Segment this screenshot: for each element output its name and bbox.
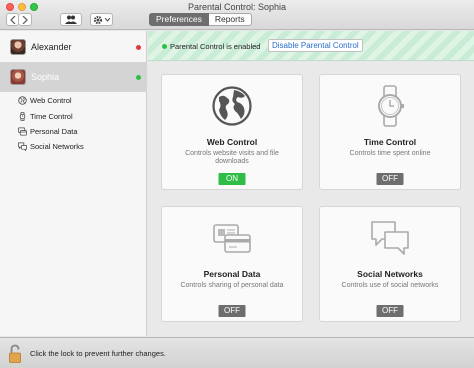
card-title: Social Networks	[357, 269, 423, 279]
status-dot-icon	[136, 44, 141, 50]
card-description: Controls use of social networks	[341, 282, 439, 289]
sidebar-item-label: Personal Data	[30, 126, 78, 136]
status-banner: Parental Control is enabled Disable Pare…	[148, 31, 474, 61]
users-icon	[65, 15, 77, 24]
lock-message: Click the lock to prevent further change…	[30, 349, 166, 358]
cards-icon	[213, 224, 251, 253]
window-title: Parental Control: Sophia	[187, 2, 287, 12]
gear-icon	[93, 15, 103, 24]
title-bar: Parental Control: Sophia Preferences Rep…	[0, 0, 474, 30]
chevron-right-icon	[22, 15, 28, 24]
disable-parental-control-button[interactable]: Disable Parental Control	[268, 39, 363, 52]
sidebar-item-time-control[interactable]: Time Control	[18, 109, 73, 123]
sidebar-item-web-control[interactable]: Web Control	[18, 93, 72, 107]
users-button[interactable]	[60, 13, 82, 26]
watch-icon	[378, 85, 404, 127]
main-panel: Web Control Controls website visits and …	[148, 62, 474, 336]
sidebar-item-social-networks[interactable]: Social Networks	[18, 139, 84, 153]
chat-icon	[371, 221, 409, 255]
sidebar-item-label: Social Networks	[30, 141, 84, 151]
card-description: Controls time spent online	[349, 150, 431, 157]
card-title: Web Control	[206, 137, 258, 147]
chevron-left-icon	[9, 15, 15, 24]
personal-data-card[interactable]: Personal Data Controls sharing of person…	[161, 206, 303, 322]
watch-icon	[19, 111, 26, 121]
avatar	[10, 69, 26, 85]
card-description: Controls sharing of personal data	[180, 282, 284, 289]
time-control-card[interactable]: Time Control Controls time spent online …	[319, 74, 461, 190]
cards-icon	[18, 127, 27, 135]
sidebar-user-alexander[interactable]: Alexander	[0, 32, 147, 62]
status-text: Parental Control is enabled	[170, 42, 261, 51]
view-tabs: Preferences Reports	[149, 13, 252, 26]
sidebar-item-label: Web Control	[30, 95, 72, 105]
tab-reports[interactable]: Reports	[208, 13, 252, 26]
sidebar: Alexander Sophia Web Control Time Contro…	[0, 31, 147, 336]
user-name: Alexander	[31, 42, 72, 52]
personal-data-toggle[interactable]: OFF	[218, 305, 246, 317]
web-control-toggle[interactable]: ON	[218, 173, 246, 185]
sidebar-item-personal-data[interactable]: Personal Data	[18, 124, 78, 138]
back-button[interactable]	[6, 13, 19, 26]
card-description: Controls website visits and file downloa…	[185, 150, 279, 165]
chat-icon	[18, 142, 27, 151]
avatar	[10, 39, 26, 55]
sidebar-item-label: Time Control	[30, 111, 73, 121]
globe-icon	[212, 86, 252, 126]
chevron-down-icon	[105, 17, 110, 22]
enabled-status-dot-icon	[162, 44, 167, 49]
card-title: Time Control	[363, 137, 417, 147]
lock-icon[interactable]	[8, 344, 22, 364]
bottom-bar: Click the lock to prevent further change…	[0, 337, 474, 368]
card-title: Personal Data	[203, 269, 261, 279]
social-networks-toggle[interactable]: OFF	[376, 305, 404, 317]
settings-menu-button[interactable]	[90, 13, 113, 26]
time-control-toggle[interactable]: OFF	[376, 173, 404, 185]
tab-preferences[interactable]: Preferences	[149, 13, 209, 26]
social-networks-card[interactable]: Social Networks Controls use of social n…	[319, 206, 461, 322]
globe-icon	[18, 95, 27, 105]
status-dot-icon	[136, 74, 141, 80]
web-control-card[interactable]: Web Control Controls website visits and …	[161, 74, 303, 190]
sidebar-user-sophia[interactable]: Sophia	[0, 62, 147, 92]
user-name: Sophia	[31, 72, 60, 82]
forward-button[interactable]	[19, 13, 32, 26]
